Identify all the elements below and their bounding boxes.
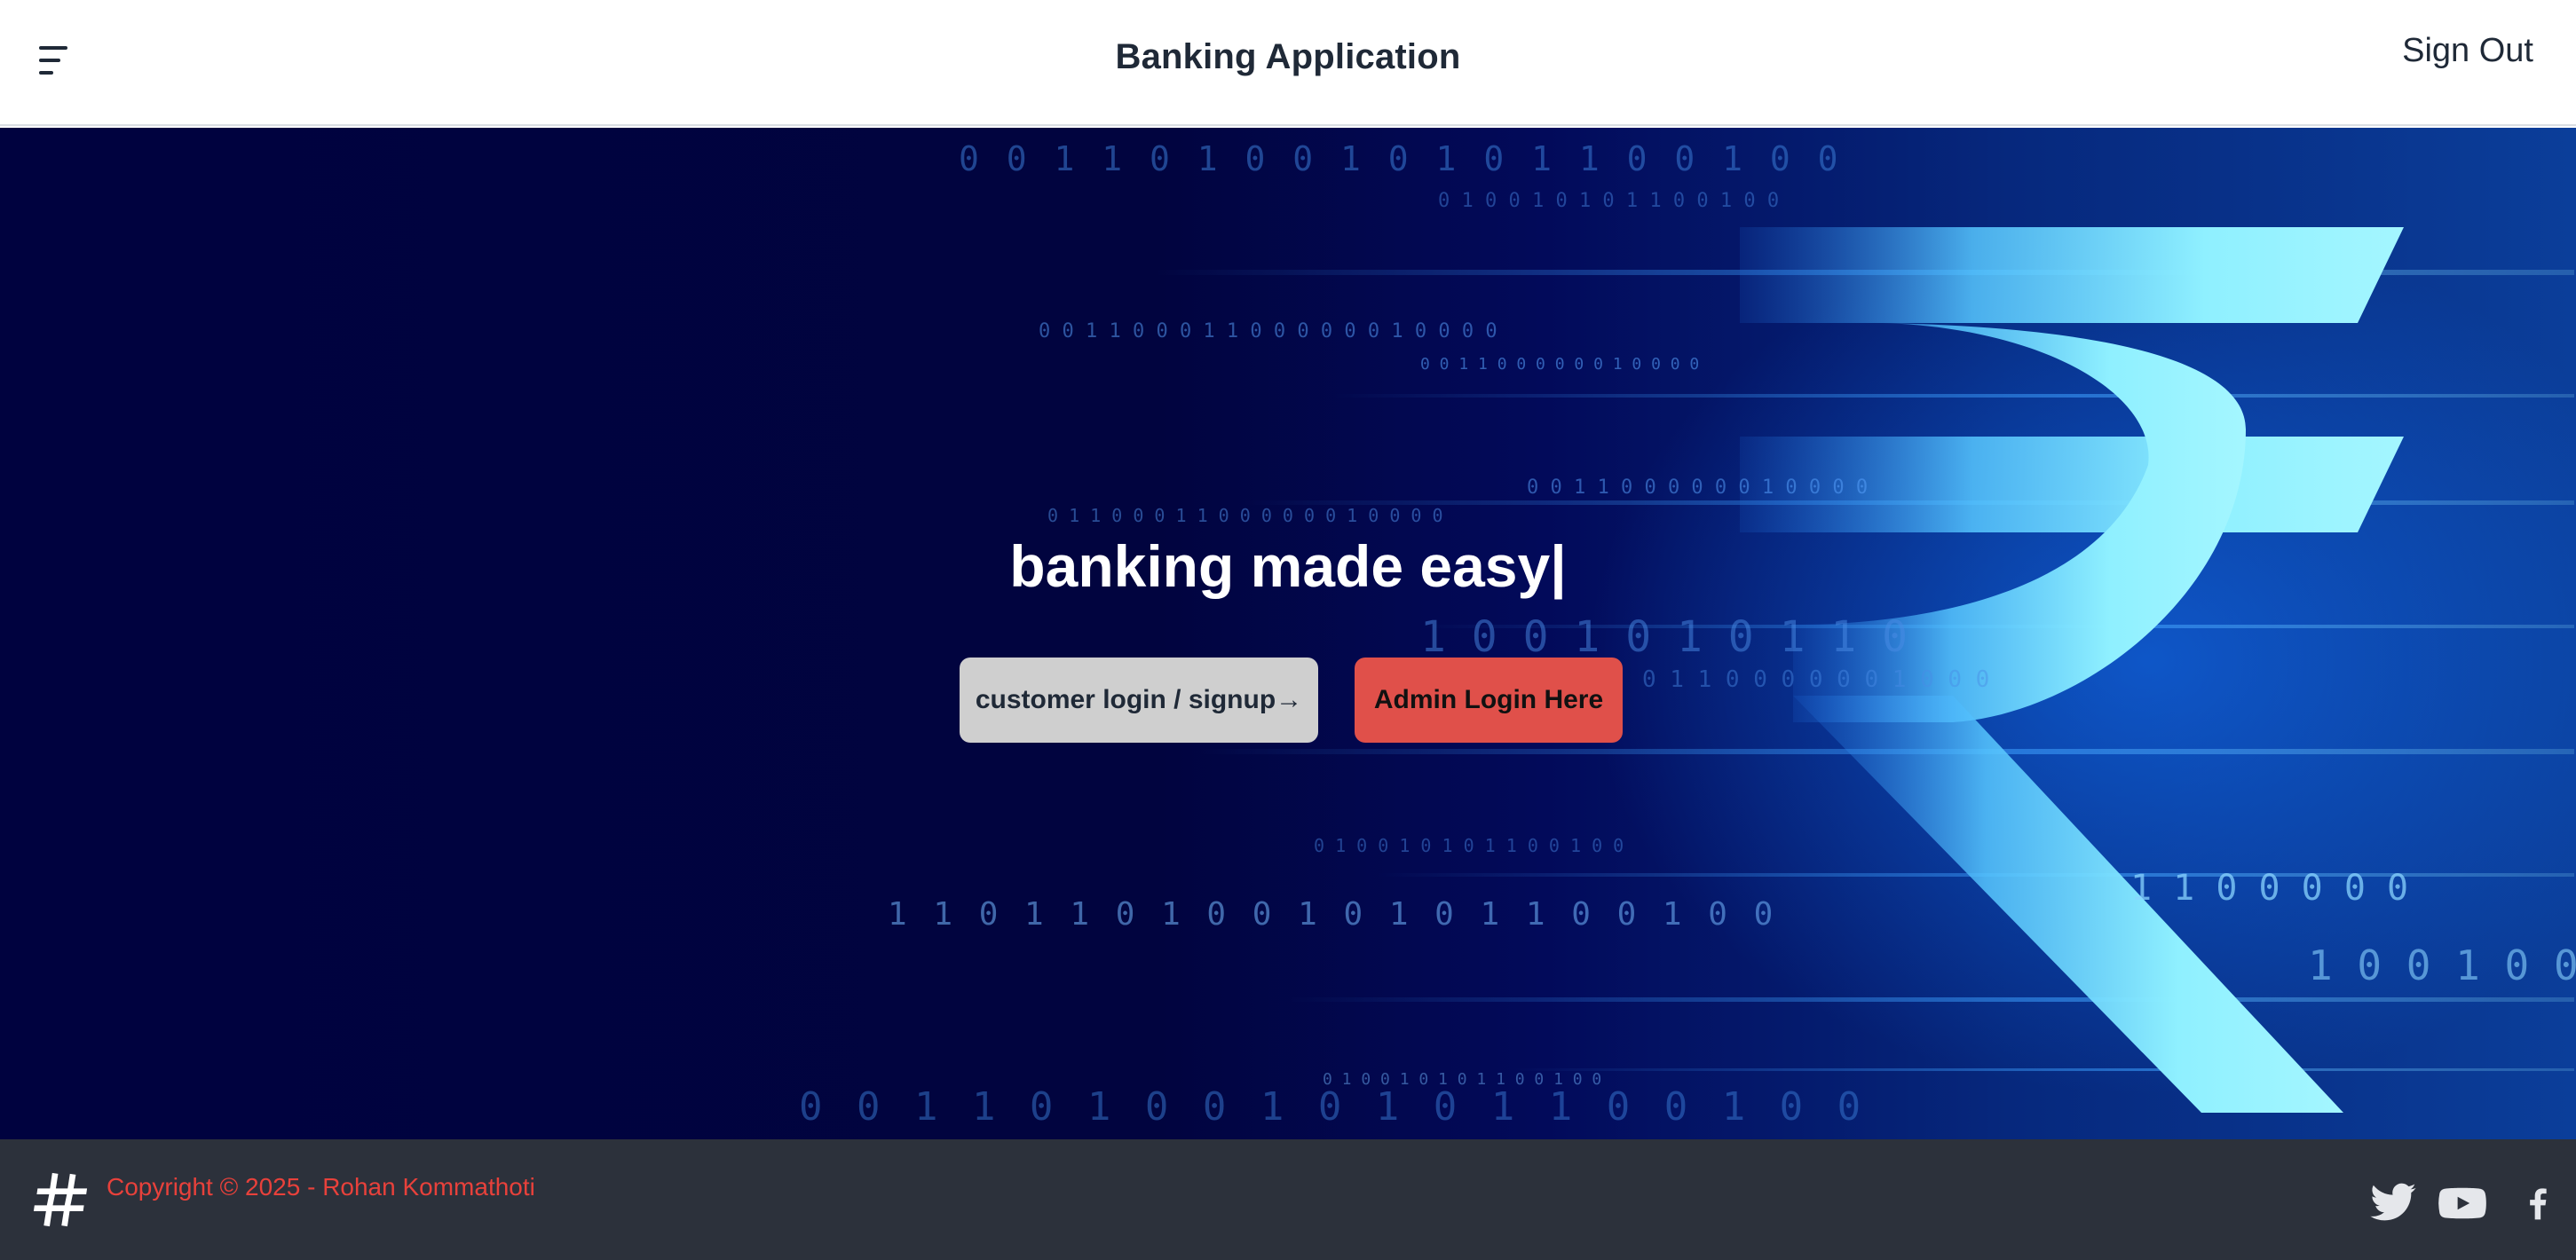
admin-login-button[interactable]: Admin Login Here <box>1355 658 1623 743</box>
rupee-symbol-binary-background: 0 0 1 1 0 1 0 0 1 0 1 0 1 1 0 0 1 0 0 0 … <box>799 139 2576 1130</box>
binary-row: 0 1 1 0 0 0 0 0 0 1 0 0 0 <box>1642 666 1989 693</box>
top-navbar: Banking Application Sign Out <box>0 0 2576 126</box>
binary-row: 0 0 1 1 0 1 0 0 1 0 1 0 1 1 0 0 1 0 0 <box>959 139 1841 178</box>
sign-out-button[interactable]: Sign Out <box>2402 32 2533 70</box>
twitter-icon[interactable] <box>2368 1178 2418 1228</box>
binary-row: 0 0 1 1 0 0 0 0 0 0 1 0 0 0 0 <box>1420 355 1699 374</box>
youtube-icon[interactable] <box>2438 1178 2487 1228</box>
app-title: Banking Application <box>1115 37 1461 76</box>
binary-row: 0 0 1 1 0 1 0 0 1 0 1 0 1 1 0 0 1 0 0 <box>799 1084 1866 1130</box>
footer: Copyright © 2025 - Rohan Kommathoti <box>0 1139 2576 1260</box>
hero-section: 0 0 1 1 0 1 0 0 1 0 1 0 1 1 0 0 1 0 0 0 … <box>0 128 2576 1139</box>
binary-row: 1 1 0 0 0 0 0 <box>2130 868 2408 909</box>
binary-row: 1 0 0 1 0 1 0 1 1 0 <box>1420 612 1908 662</box>
copyright-text: Copyright © 2025 - Rohan Kommathoti <box>107 1173 535 1201</box>
hero-headline: banking made easy| <box>1009 533 1567 599</box>
binary-row: 0 1 0 0 1 0 1 0 1 1 0 0 1 0 0 <box>1314 835 1624 856</box>
binary-row: 1 0 0 1 0 0 <box>2308 941 2576 989</box>
binary-row: 0 1 0 0 1 0 1 0 1 1 0 0 1 0 0 <box>1438 190 1779 212</box>
binary-row: 1 1 0 1 1 0 1 0 0 1 0 1 0 1 1 0 0 1 0 0 <box>888 896 1776 933</box>
customer-login-signup-button[interactable]: customer login / signup→ <box>960 658 1318 743</box>
binary-row: 0 0 1 1 0 0 0 0 0 0 1 0 0 0 0 <box>1527 476 1868 499</box>
binary-row: 0 0 1 1 0 0 0 1 1 0 0 0 0 0 0 1 0 0 0 0 <box>1039 320 1497 343</box>
facebook-icon[interactable] <box>2519 1178 2555 1228</box>
binary-row: 0 1 1 0 0 0 1 1 0 0 0 0 0 0 1 0 0 0 0 <box>1047 505 1443 526</box>
hashtag-icon <box>33 1172 88 1227</box>
